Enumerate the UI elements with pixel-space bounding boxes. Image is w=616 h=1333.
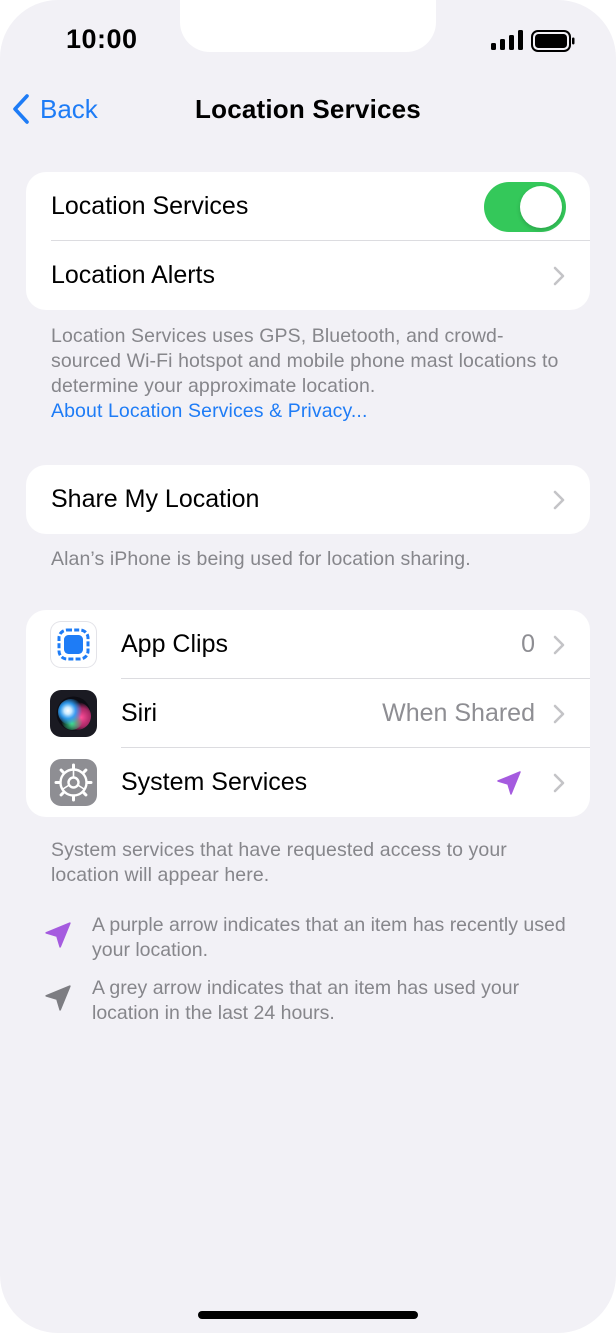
description-text: Location Services uses GPS, Bluetooth, a…: [51, 325, 559, 397]
purple-location-arrow-icon: [45, 922, 71, 948]
grey-location-arrow-icon: [45, 985, 71, 1011]
chevron-right-icon: [553, 266, 565, 286]
status-bar: 10:00: [0, 0, 616, 82]
siri-value: When Shared: [382, 699, 535, 727]
siri-row[interactable]: Siri When Shared: [26, 679, 590, 748]
chevron-right-icon: [553, 635, 565, 655]
app-clips-row[interactable]: App Clips 0: [26, 610, 590, 679]
location-settings-group: Location Services Location Alerts: [26, 172, 590, 310]
status-time: 10:00: [66, 24, 138, 54]
app-clips-value: 0: [521, 630, 535, 658]
location-services-toggle[interactable]: [484, 182, 566, 232]
about-privacy-link[interactable]: About Location Services & Privacy...: [51, 400, 367, 422]
home-indicator[interactable]: [198, 1311, 418, 1319]
share-my-location-label: Share My Location: [51, 485, 260, 513]
share-location-group: Share My Location: [26, 465, 590, 534]
purple-arrow-legend-text: A purple arrow indicates that an item ha…: [92, 914, 566, 961]
location-services-description: Location Services uses GPS, Bluetooth, a…: [51, 324, 571, 424]
grey-arrow-legend-text: A grey arrow indicates that an item has …: [92, 977, 520, 1024]
siri-label: Siri: [121, 699, 158, 727]
location-services-label: Location Services: [51, 192, 249, 220]
notch: [180, 0, 436, 52]
location-alerts-label: Location Alerts: [51, 261, 215, 289]
navigation-bar: Back Location Services: [0, 82, 616, 138]
purple-location-arrow-icon: [497, 771, 521, 795]
chevron-right-icon: [553, 490, 565, 510]
apps-group: App Clips 0 Siri When Shared System Serv…: [26, 610, 590, 817]
location-alerts-row[interactable]: Location Alerts: [26, 241, 590, 310]
share-my-location-row[interactable]: Share My Location: [26, 465, 590, 534]
settings-gear-icon: [50, 759, 97, 806]
system-services-footer: System services that have requested acce…: [51, 839, 507, 886]
system-services-row[interactable]: System Services: [26, 748, 590, 817]
toggle-knob: [520, 186, 562, 228]
cellular-signal-icon: [491, 30, 523, 50]
page-title: Location Services: [195, 94, 421, 124]
system-services-label: System Services: [121, 768, 308, 796]
chevron-right-icon: [553, 773, 565, 793]
share-location-footer: Alan’s iPhone is being used for location…: [51, 548, 471, 570]
battery-icon: [531, 30, 575, 52]
phone-screen: 10:00 Back Location Services Location Se…: [0, 0, 616, 1333]
app-clips-label: App Clips: [121, 630, 228, 658]
siri-icon: [50, 690, 97, 737]
app-clips-icon: [50, 621, 97, 668]
chevron-right-icon: [553, 704, 565, 724]
location-services-row: Location Services: [26, 172, 590, 241]
